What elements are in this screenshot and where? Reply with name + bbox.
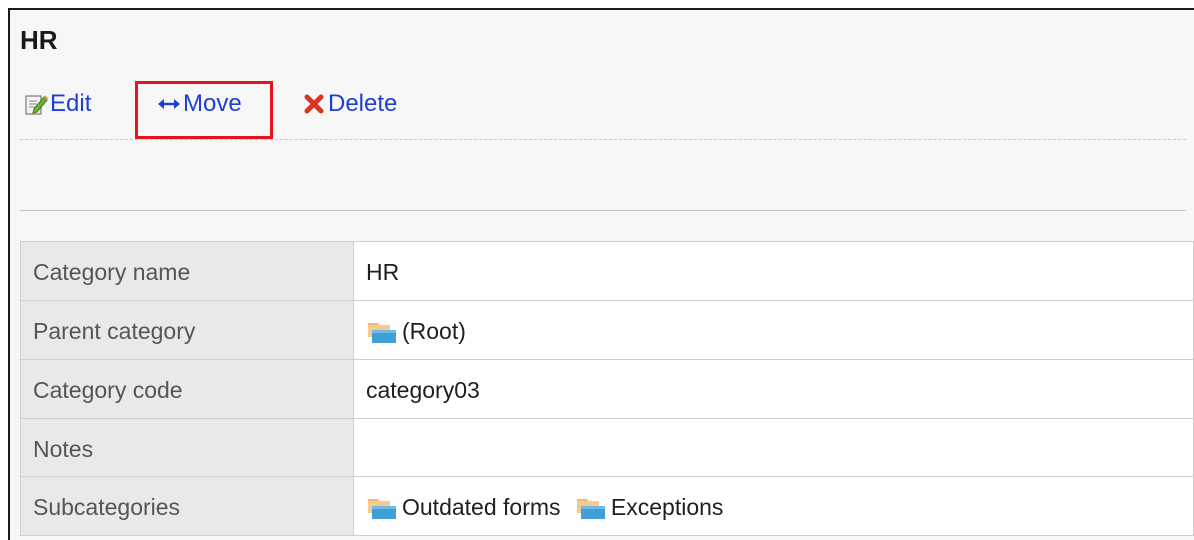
folder-icon xyxy=(366,320,400,344)
delete-icon xyxy=(302,92,326,116)
delete-link[interactable]: Delete xyxy=(302,92,397,116)
row-label: Subcategories xyxy=(20,476,354,536)
table-row: Notes xyxy=(20,418,1194,477)
dashed-divider xyxy=(20,139,1186,140)
row-label: Parent category xyxy=(20,300,354,360)
table-row: Category name HR xyxy=(20,241,1194,301)
folder-icon xyxy=(575,496,609,520)
edit-label: Edit xyxy=(50,90,92,117)
parent-category-cell: (Root) xyxy=(353,300,1194,360)
move-highlight-box xyxy=(135,81,273,139)
subcategories-cell: Outdated forms Exceptions xyxy=(353,476,1194,536)
category-code-value: category03 xyxy=(353,359,1194,419)
table-row: Subcategories Outdated forms Exceptions xyxy=(20,476,1194,536)
section-divider xyxy=(20,210,1186,211)
row-label: Notes xyxy=(20,418,354,477)
subcategory-link[interactable]: Exceptions xyxy=(575,494,724,521)
folder-icon xyxy=(366,496,400,520)
category-name-value: HR xyxy=(353,241,1194,301)
edit-link[interactable]: Edit xyxy=(24,92,91,116)
page-title: HR xyxy=(20,25,58,55)
notes-value xyxy=(353,418,1194,477)
row-label: Category name xyxy=(20,241,354,301)
subcategory-link[interactable]: Outdated forms xyxy=(366,494,561,521)
row-label: Category code xyxy=(20,359,354,419)
edit-icon xyxy=(24,92,48,116)
delete-label: Delete xyxy=(328,90,398,117)
table-row: Category code category03 xyxy=(20,359,1194,419)
subcategory-label: Outdated forms xyxy=(402,494,561,520)
category-details-table: Category name HR Parent category (Root) … xyxy=(20,241,1194,536)
subcategory-label: Exceptions xyxy=(610,494,724,520)
table-row: Parent category (Root) xyxy=(20,300,1194,360)
parent-category-value: (Root) xyxy=(402,318,466,344)
parent-category-link[interactable]: (Root) xyxy=(366,318,466,345)
